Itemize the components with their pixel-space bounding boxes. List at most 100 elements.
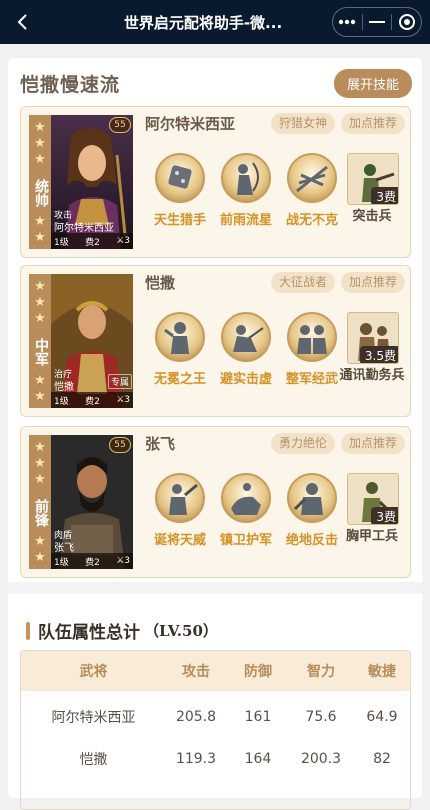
trait-tag[interactable]: 大征战者	[271, 272, 336, 293]
skill-3[interactable]: 战无不克	[279, 147, 345, 235]
portrait-footer: 1级 费2 ⚔3	[51, 553, 133, 569]
skill-3[interactable]: 整军经武	[279, 306, 345, 394]
unit-name: 突击兵	[352, 209, 392, 224]
skill-2[interactable]: 前雨流星	[213, 147, 279, 235]
unit-cost: 3费	[371, 187, 398, 204]
general-level: 1级	[54, 396, 69, 407]
unit-type[interactable]: 3费 胸甲工兵	[339, 467, 405, 567]
window-title: 世界启元配将助手-微...	[123, 13, 283, 32]
star-icon: ★	[34, 279, 46, 294]
trait-tag[interactable]: 勇力绝伦	[271, 433, 336, 454]
close-app-button[interactable]	[392, 8, 421, 36]
archer-skill-icon	[221, 153, 271, 203]
lineup-header: 恺撒慢速流 展开技能	[20, 68, 412, 98]
general-portrait: 55 攻击 阿尔特米西亚 1级 费2 ⚔3	[51, 115, 133, 249]
portrait-footer: 1级 费2 ⚔3	[51, 233, 133, 249]
lineup-sheet: 恺撒慢速流 展开技能 ★ ★ ★ 统帅 ★ ★ 55 攻击 阿尔特米西亚 1级 …	[8, 58, 422, 810]
cell-intelligence: 75.6	[305, 709, 337, 725]
spears-skill-icon	[287, 153, 337, 203]
points-recommend-tag[interactable]: 加点推荐	[341, 113, 406, 134]
stats-title: 队伍属性总计	[38, 623, 140, 643]
table-header-row: 武将 攻击 防御 智力 敏捷	[21, 651, 410, 691]
more-dots-icon	[339, 19, 356, 25]
star-icon: ★	[34, 550, 46, 565]
cell-general: 阿尔特米西亚	[51, 710, 136, 726]
col-header-agility: 敏捷	[368, 664, 396, 680]
star-icon: ★	[34, 152, 46, 167]
skill-2[interactable]: 镇卫护军	[213, 467, 279, 555]
table-row: 阿尔特米西亚 205.8 161 75.6 64.9	[21, 697, 410, 737]
general-name: 阿尔特米西亚	[145, 115, 236, 133]
points-recommend-tag[interactable]: 加点推荐	[341, 433, 406, 454]
cell-defense: 161	[244, 709, 272, 725]
more-button[interactable]	[333, 8, 362, 36]
portrait-name: 恺撒	[54, 382, 74, 393]
exclusive-badge: 专属	[107, 374, 132, 389]
general-cost: 费2	[85, 396, 100, 407]
minimize-button[interactable]	[363, 8, 392, 36]
star-icon: ★	[34, 120, 46, 135]
title-bar: 世界启元配将助手-微...	[0, 0, 430, 44]
skill-name: 前雨流星	[219, 213, 272, 228]
unit-type[interactable]: 3.5费 通讯勤务兵	[339, 306, 405, 406]
star-icon: ★	[34, 136, 46, 151]
unit-cost: 3.5费	[359, 346, 398, 363]
section-divider	[8, 582, 422, 594]
skill-2[interactable]: 避实击虚	[213, 306, 279, 394]
position-bar: ★ ★ ★ 中军 ★ ★	[29, 274, 51, 408]
sword-count: ⚔3	[116, 236, 130, 246]
general-level: 1级	[54, 237, 69, 248]
warrior-skill-icon	[155, 473, 205, 523]
general-card-commander[interactable]: ★ ★ ★ 统帅 ★ ★ 55 攻击 阿尔特米西亚 1级 费2 ⚔3 阿尔特米西…	[20, 106, 411, 258]
skill-name: 无冕之王	[153, 372, 206, 387]
unit-type[interactable]: 3费 突击兵	[339, 147, 405, 247]
trait-tag[interactable]: 狩猎女神	[271, 113, 336, 134]
target-icon	[398, 14, 415, 30]
col-header-intelligence: 智力	[307, 664, 335, 680]
general-cost: 费2	[85, 237, 100, 248]
level-badge: 55	[109, 117, 131, 133]
star-icon: ★	[34, 389, 46, 404]
skill-3[interactable]: 绝地反击	[279, 467, 345, 555]
assault-soldier-icon: 3费	[347, 153, 399, 205]
lineup-title: 恺撒慢速流	[20, 73, 121, 96]
sword-count: ⚔3	[116, 395, 130, 405]
position-label: 中军	[33, 338, 49, 366]
col-header-defense: 防御	[244, 664, 272, 680]
expand-skills-button[interactable]: 展开技能	[333, 68, 412, 98]
cell-attack: 119.3	[175, 751, 217, 767]
star-icon: ★	[34, 472, 46, 487]
star-icon: ★	[34, 214, 46, 229]
star-icon: ★	[34, 373, 46, 388]
portrait-footer: 1级 费2 ⚔3	[51, 392, 133, 408]
general-portrait: 专属 治疗 恺撒 1级 费2 ⚔3	[51, 274, 133, 408]
cell-agility: 64.9	[366, 709, 398, 725]
skill-name: 避实击虚	[219, 372, 272, 387]
stats-table: 武将 攻击 防御 智力 敏捷 阿尔特米西亚 205.8 161 75.6 64.…	[20, 650, 411, 810]
cell-general: 恺撒	[79, 752, 108, 768]
stats-level: （LV.50）	[144, 622, 218, 640]
points-recommend-tag[interactable]: 加点推荐	[341, 272, 406, 293]
back-icon	[17, 14, 27, 30]
skill-name: 镇卫护军	[219, 533, 272, 548]
skill-1[interactable]: 无冕之王	[147, 306, 213, 394]
position-bar: ★ ★ ★ 统帅 ★ ★	[29, 115, 51, 249]
level-badge: 55	[109, 437, 131, 453]
cell-intelligence: 200.3	[300, 751, 342, 767]
dice-skill-icon	[155, 153, 205, 203]
star-icon: ★	[34, 440, 46, 455]
col-header-general: 武将	[79, 664, 108, 680]
star-icon: ★	[34, 534, 46, 549]
general-name: 恺撒	[145, 274, 176, 292]
general-portrait: 55 肉盾 张飞 1级 费2 ⚔3	[51, 435, 133, 569]
back-button[interactable]	[0, 0, 44, 44]
general-card-center[interactable]: ★ ★ ★ 中军 ★ ★ 专属 治疗 恺撒 1级 费2 ⚔3 恺撒 大征战者 加…	[20, 265, 411, 417]
star-icon: ★	[34, 295, 46, 310]
cell-agility: 82	[373, 751, 391, 767]
armored-soldiers-skill-icon	[287, 312, 337, 362]
general-card-vanguard[interactable]: ★ ★ ★ 前锋 ★ ★ 55 肉盾 张飞 1级 费2 ⚔3 张飞 勇力绝伦 加…	[20, 426, 411, 578]
stats-accent-bar	[26, 621, 30, 640]
skill-1[interactable]: 诞将天威	[147, 467, 213, 555]
skill-1[interactable]: 天生猎手	[147, 147, 213, 235]
capsule-menu	[332, 7, 422, 37]
